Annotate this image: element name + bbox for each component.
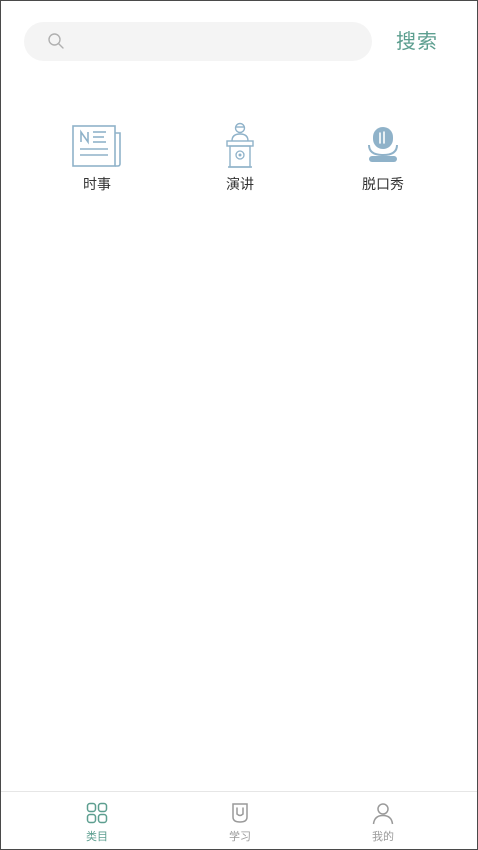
tab-label: 类目: [86, 830, 108, 843]
tab-profile[interactable]: 我的: [333, 792, 433, 849]
tab-categories[interactable]: 类目: [47, 792, 147, 849]
grid-icon: [86, 802, 108, 824]
search-input[interactable]: [74, 22, 368, 63]
search-box[interactable]: [24, 22, 372, 63]
microphone-icon: [368, 127, 398, 162]
newspaper-icon: [72, 125, 121, 167]
category-label: 脱口秀: [362, 177, 404, 193]
category-talk-show[interactable]: 脱口秀: [333, 119, 433, 199]
user-icon: [372, 803, 394, 825]
category-speech[interactable]: 演讲: [190, 119, 290, 199]
app-screen: 搜索 时事 演讲 脱口秀 类目 学习 我的: [0, 0, 478, 850]
tab-label: 我的: [372, 830, 394, 843]
search-bar: 搜索: [24, 22, 454, 63]
book-icon: [232, 803, 248, 823]
tab-study[interactable]: 学习: [190, 792, 290, 849]
search-button[interactable]: 搜索: [396, 26, 438, 56]
tab-label: 学习: [229, 830, 251, 843]
category-current-affairs[interactable]: 时事: [47, 119, 147, 199]
category-label: 时事: [83, 177, 111, 193]
search-icon: [48, 33, 64, 49]
podium-speaker-icon: [226, 122, 254, 168]
category-label: 演讲: [226, 177, 254, 193]
bottom-tab-bar: 类目 学习 我的: [1, 791, 477, 849]
category-grid: 时事 演讲 脱口秀: [1, 119, 477, 199]
